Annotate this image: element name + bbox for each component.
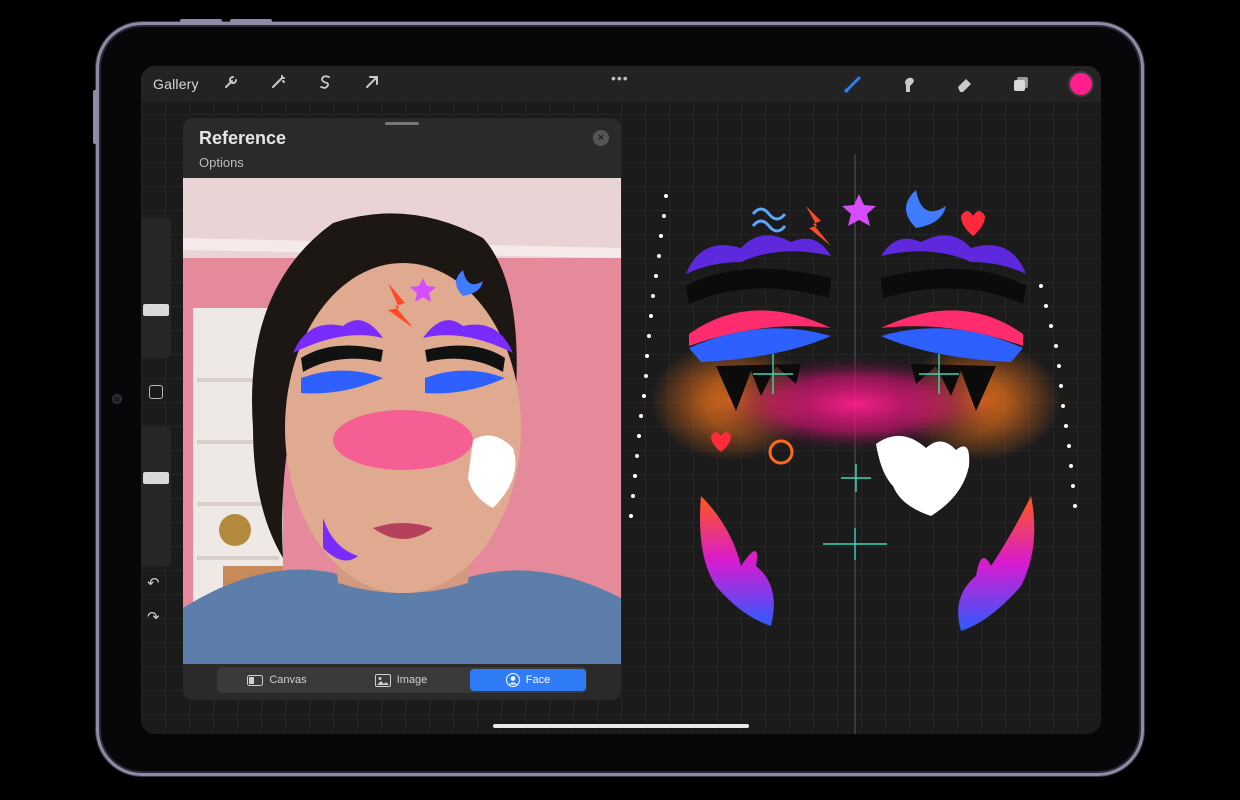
brush-size-slider[interactable] <box>141 218 171 358</box>
panel-drag-handle[interactable] <box>385 122 419 125</box>
shelf-4 <box>197 556 279 560</box>
star-doodle <box>842 194 876 226</box>
home-indicator[interactable] <box>493 724 749 728</box>
selection-icon[interactable] <box>315 74 335 94</box>
tab-image-label: Image <box>396 674 428 686</box>
close-icon[interactable]: × <box>593 130 609 146</box>
top-toolbar: Gallery ••• <box>141 66 1101 102</box>
options-button[interactable]: Options <box>199 155 244 170</box>
left-sidebar: ↶ ↷ <box>141 218 171 638</box>
shelf-ornament <box>219 514 251 546</box>
nose-blush <box>333 410 473 470</box>
left-bottom-flame <box>700 496 774 626</box>
more-options-button[interactable]: ••• <box>611 70 629 86</box>
layers-icon[interactable] <box>1011 74 1031 94</box>
eraser-icon[interactable] <box>955 74 975 94</box>
redo-button[interactable]: ↷ <box>147 608 160 626</box>
reference-panel: Reference Options × Canvas Image Face <box>183 118 621 700</box>
image-icon <box>374 673 391 687</box>
bead-chain-left <box>629 194 668 518</box>
moon-doodle <box>906 190 946 228</box>
right-brow-flames <box>881 235 1026 274</box>
tab-image[interactable]: Image <box>341 669 461 691</box>
side-button <box>93 90 97 144</box>
tab-canvas-label: Canvas <box>269 674 307 686</box>
left-brow-flames <box>686 235 831 274</box>
tab-canvas[interactable]: Canvas <box>217 669 337 691</box>
modify-button[interactable] <box>149 385 163 399</box>
wrench-icon[interactable] <box>221 74 241 94</box>
front-camera <box>112 394 122 404</box>
opacity-slider[interactable] <box>141 426 171 566</box>
tab-face[interactable]: Face <box>470 669 586 691</box>
opacity-knob[interactable] <box>143 472 169 484</box>
undo-button[interactable]: ↶ <box>147 574 160 592</box>
left-eyebrow <box>686 268 831 304</box>
brush-size-knob[interactable] <box>143 304 169 316</box>
heart-doodle <box>961 211 985 236</box>
camera-scene <box>183 178 621 664</box>
right-eyebrow <box>881 268 1026 304</box>
brush-icon[interactable] <box>843 74 863 94</box>
smudge-icon[interactable] <box>899 74 919 94</box>
reference-mode-tabs: Canvas Image Face <box>217 667 587 693</box>
magic-wand-icon[interactable] <box>268 74 288 94</box>
transform-arrow-icon[interactable] <box>362 74 382 94</box>
volume-button-top <box>180 19 222 23</box>
gallery-button[interactable]: Gallery <box>153 76 199 92</box>
color-picker-button[interactable] <box>1070 73 1092 95</box>
procreate-screen: Gallery ••• ↶ ↷ Reference Options × Canv… <box>141 66 1101 734</box>
right-bottom-flame <box>958 496 1035 631</box>
wave-doodle <box>751 207 787 233</box>
panel-title: Reference <box>199 128 287 148</box>
tab-face-label: Face <box>525 674 551 686</box>
face-icon <box>505 673 520 687</box>
volume-button-bottom <box>230 19 272 23</box>
canvas-icon <box>247 674 264 686</box>
reference-camera-view <box>183 178 621 664</box>
